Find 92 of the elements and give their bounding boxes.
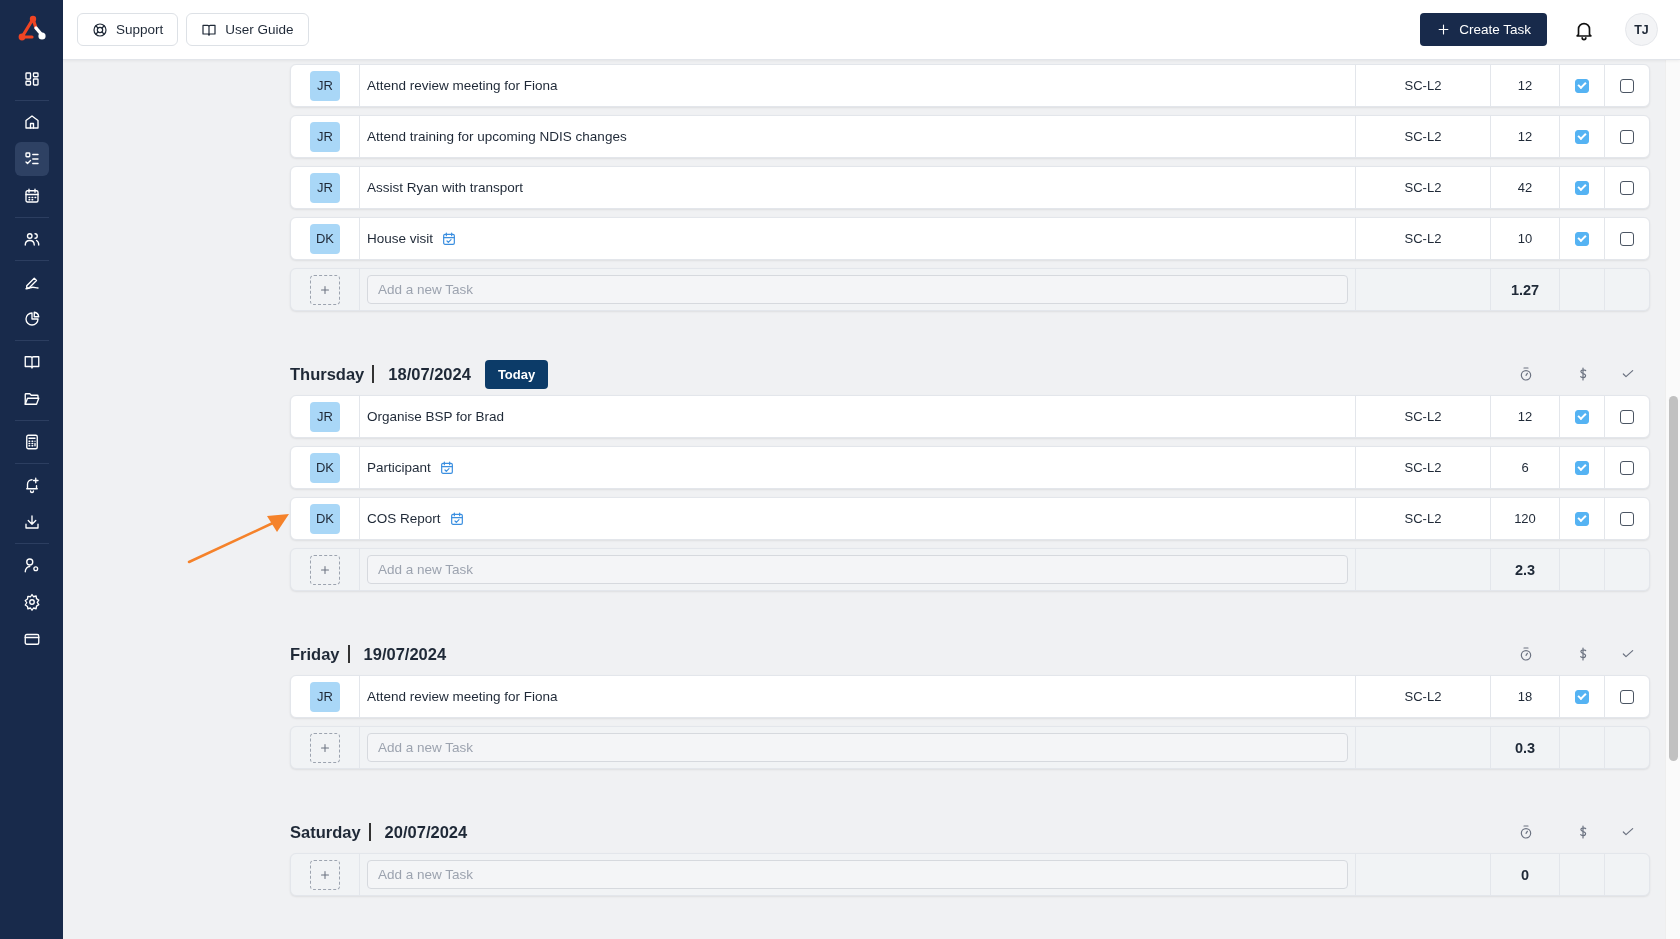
scrollbar[interactable] — [1665, 60, 1680, 939]
calendar-check-icon — [441, 230, 458, 247]
assignee-initials: JR — [310, 70, 340, 101]
lifebuoy-icon — [92, 21, 108, 38]
checkbox[interactable] — [1620, 511, 1634, 526]
checkbox[interactable] — [1575, 409, 1589, 424]
day-label: Thursday — [290, 365, 375, 383]
checkbox[interactable] — [1620, 180, 1634, 195]
minutes-value: 12 — [1517, 78, 1533, 93]
service-code: SC-L2 — [1404, 231, 1442, 246]
day-label: Saturday — [290, 823, 371, 841]
new-task-field[interactable]: Add a new Task — [367, 555, 1348, 584]
service-code: SC-L2 — [1404, 180, 1442, 195]
service-code: SC-L2 — [1404, 511, 1442, 526]
minutes-value: 6 — [1521, 460, 1529, 475]
sidebar-item[interactable] — [14, 142, 49, 176]
new-task-field[interactable]: Add a new Task — [367, 733, 1348, 762]
service-code: SC-L2 — [1404, 460, 1442, 475]
home-icon — [22, 113, 41, 131]
minutes-value: 120 — [1514, 511, 1536, 526]
task-title: Organise BSP for Brad — [367, 409, 505, 424]
task-row[interactable]: JR Attend training for upcoming NDIS changes SC-L2 12 — [290, 115, 1650, 158]
new-task-field[interactable]: Add a new Task — [367, 275, 1348, 304]
create-task-button[interactable]: Create Task — [1420, 13, 1547, 46]
checkbox[interactable] — [1620, 231, 1634, 246]
calendar-icon — [22, 187, 41, 205]
settings-icon — [22, 593, 41, 611]
total-hours: 0 — [1520, 866, 1530, 883]
guide-button[interactable]: User Guide — [186, 13, 309, 46]
checkbox[interactable] — [1575, 231, 1589, 246]
task-title: COS Report — [367, 511, 441, 526]
service-code: SC-L2 — [1404, 409, 1442, 424]
assignee-initials: DK — [310, 503, 340, 534]
minutes-value: 12 — [1517, 129, 1533, 144]
checkbox[interactable] — [1620, 689, 1634, 704]
assignee-initials: DK — [310, 223, 340, 254]
minutes-value: 18 — [1517, 689, 1533, 704]
new-task-field[interactable]: Add a new Task — [367, 860, 1348, 889]
checkbox[interactable] — [1575, 129, 1589, 144]
total-hours: 1.27 — [1510, 281, 1540, 298]
checkbox[interactable] — [1620, 78, 1634, 93]
task-row[interactable]: JR Organise BSP for Brad SC-L2 12 — [290, 395, 1650, 438]
calendar-check-icon — [438, 459, 455, 476]
today-badge: Today — [484, 359, 549, 389]
plus-icon — [1436, 22, 1452, 37]
date-label: 20/07/2024 — [384, 822, 468, 842]
day-label: Friday — [290, 645, 350, 663]
task-title: Assist Ryan with transport — [367, 180, 524, 195]
book-icon — [22, 353, 41, 371]
checkbox[interactable] — [1620, 129, 1634, 144]
checkbox[interactable] — [1575, 689, 1589, 704]
task-title: Attend review meeting for Fiona — [367, 78, 558, 93]
checkbox[interactable] — [1620, 409, 1634, 424]
date-label: 18/07/2024 — [388, 364, 471, 384]
service-code: SC-L2 — [1404, 78, 1442, 93]
users-icon — [22, 230, 41, 248]
service-code: SC-L2 — [1404, 129, 1442, 144]
task-row[interactable]: JR Attend review meeting for Fiona SC-L2 12 — [290, 64, 1650, 107]
pie-chart-icon — [22, 310, 41, 328]
user-avatar[interactable]: TJ — [1625, 13, 1658, 46]
calendar-check-icon — [448, 510, 465, 527]
task-row[interactable]: DK House visit SC-L2 10 — [290, 217, 1650, 260]
checkbox[interactable] — [1575, 180, 1589, 195]
assignee-initials: DK — [310, 452, 340, 483]
date-label: 19/07/2024 — [363, 644, 447, 664]
minutes-value: 12 — [1517, 409, 1533, 424]
checkbox[interactable] — [1575, 511, 1589, 526]
checkbox[interactable] — [1620, 460, 1634, 475]
total-hours: 2.3 — [1514, 561, 1536, 578]
checkbox[interactable] — [1575, 78, 1589, 93]
minutes-value: 42 — [1517, 180, 1533, 195]
assignee-initials: JR — [310, 681, 340, 712]
download-icon — [22, 513, 41, 531]
task-row[interactable]: DK Participant SC-L2 6 — [290, 446, 1650, 489]
assignee-initials: JR — [310, 401, 340, 432]
task-title: House visit — [367, 231, 434, 246]
dashboard-icon — [22, 70, 41, 88]
task-title: Attend training for upcoming NDIS changes — [367, 129, 627, 144]
task-row[interactable]: JR Assist Ryan with transport SC-L2 42 — [290, 166, 1650, 209]
task-row[interactable]: JR Attend review meeting for Fiona SC-L2 18 — [290, 675, 1650, 718]
task-title: Attend review meeting for Fiona — [367, 689, 558, 704]
user-settings-icon — [22, 556, 41, 574]
total-hours: 0.3 — [1514, 739, 1536, 756]
assignee-initials: JR — [310, 121, 340, 152]
task-row[interactable]: DK COS Report SC-L2 120 — [290, 497, 1650, 540]
support-button[interactable]: Support — [77, 13, 179, 46]
minutes-value: 10 — [1517, 231, 1533, 246]
folder-icon — [22, 390, 41, 408]
task-title: Participant — [367, 460, 431, 475]
service-code: SC-L2 — [1404, 689, 1442, 704]
assignee-initials: JR — [310, 172, 340, 203]
checkbox[interactable] — [1575, 460, 1589, 475]
